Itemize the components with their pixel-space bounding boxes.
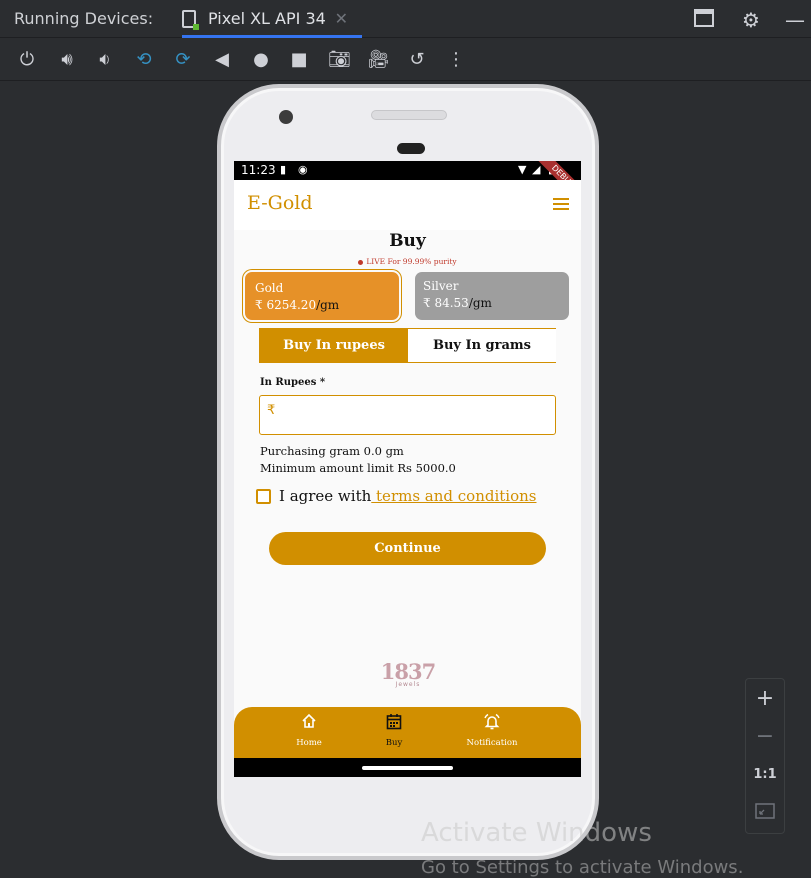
bell-icon	[452, 713, 532, 733]
status-bar: 11:23 ▮ ◉ ▼ ◢ ▮ DEBUG	[234, 161, 581, 210]
home-button-icon[interactable]: ●	[250, 49, 272, 71]
emulator-toolbar: ⏻ 🔊︎ 🔉︎ ⟲ ⟳ ◀ ● ■ 📷︎ 🎥︎ ↺ ⋮	[0, 39, 811, 81]
ide-titlebar: Running Devices: Pixel XL API 34 ✕ ⚙ —	[0, 0, 811, 38]
fit-screen-icon[interactable]	[746, 795, 784, 831]
gold-card-name: Gold	[255, 281, 284, 295]
zoom-out-button[interactable]: −	[746, 719, 784, 755]
buy-in-rupees-button[interactable]: Buy In rupees	[260, 329, 408, 362]
amount-input[interactable]	[282, 402, 547, 428]
live-text: LIVE For 99.99% purity	[366, 257, 457, 266]
device-tab[interactable]: Pixel XL API 34 ✕	[182, 0, 362, 38]
speaker-grille	[371, 110, 447, 120]
rupee-prefix: ₹	[267, 403, 276, 418]
app-bar: E-Gold	[234, 180, 581, 230]
gold-rate-card[interactable]: Gold ₹ 6254.20/gm	[245, 272, 399, 320]
gesture-pill[interactable]	[362, 766, 453, 770]
minimize-icon[interactable]: —	[785, 8, 805, 32]
back-icon[interactable]: ◀	[211, 49, 233, 71]
nav-home-label: Home	[296, 738, 322, 748]
windows-activation-hint: Go to Settings to activate Windows.	[421, 857, 744, 878]
device-tab-label: Pixel XL API 34	[208, 9, 326, 28]
front-camera	[279, 110, 293, 124]
silver-rate-card[interactable]: Silver ₹ 84.53/gm	[415, 272, 569, 320]
actual-size-button[interactable]: 1:1	[746, 757, 784, 793]
window-layout-icon[interactable]	[694, 8, 714, 32]
volume-down-icon[interactable]: 🔉︎	[94, 49, 116, 71]
app-title: E-Gold	[247, 192, 313, 214]
signal-icon: ◢	[532, 163, 541, 176]
nav-buy[interactable]: Buy	[354, 713, 434, 748]
hamburger-menu-icon[interactable]	[553, 198, 569, 210]
sd-card-icon: ▮	[280, 163, 287, 176]
rotate-left-icon[interactable]: ⟲	[133, 49, 155, 71]
rotate-right-icon[interactable]: ⟳	[172, 49, 194, 71]
live-purity-indicator: LIVE For 99.99% purity	[234, 257, 581, 266]
gesture-nav-area	[234, 758, 581, 777]
buy-mode-toggle: Buy In rupees Buy In grams	[259, 328, 556, 363]
volume-up-icon[interactable]: 🔊︎	[56, 49, 78, 71]
buy-in-grams-button[interactable]: Buy In grams	[408, 329, 556, 362]
calendar-icon	[354, 713, 434, 733]
nav-notification-label: Notification	[466, 738, 518, 748]
wifi-icon: ▼	[518, 163, 527, 176]
close-tab-icon[interactable]: ✕	[335, 0, 348, 38]
zoom-controls: + − 1:1	[745, 678, 785, 834]
agree-text: I agree with	[279, 487, 372, 505]
more-options-icon[interactable]: ⋮	[445, 49, 467, 71]
brand-logo: 1837 Jewels	[374, 659, 442, 699]
silver-card-name: Silver	[423, 279, 459, 293]
silver-card-price: ₹ 84.53	[423, 296, 469, 310]
terms-link[interactable]: terms and conditions	[371, 487, 536, 505]
status-time: 11:23	[241, 163, 276, 177]
silver-card-unit: /gm	[468, 296, 492, 310]
device-screen: 11:23 ▮ ◉ ▼ ◢ ▮ DEBUG E-Gold Buy LIVE Fo…	[234, 161, 581, 777]
home-icon	[269, 713, 349, 733]
zoom-in-button[interactable]: +	[746, 681, 784, 717]
continue-button[interactable]: Continue	[269, 532, 546, 565]
amount-field-label: In Rupees *	[260, 377, 326, 388]
earpiece	[397, 143, 425, 154]
live-dot-icon	[358, 259, 364, 265]
purchasing-gram-text: Purchasing gram 0.0 gm	[260, 444, 404, 458]
running-devices-title: Running Devices:	[14, 9, 154, 28]
agree-checkbox[interactable]	[256, 489, 271, 504]
settings-gear-icon[interactable]: ⚙	[742, 8, 760, 32]
bottom-navigation: Home Buy Notification	[234, 707, 581, 758]
nav-notification[interactable]: Notification	[452, 713, 532, 748]
nav-home[interactable]: Home	[269, 713, 349, 748]
amount-field[interactable]: ₹	[259, 395, 556, 435]
overview-icon[interactable]: ■	[288, 49, 310, 71]
gold-card-unit: /gm	[316, 298, 340, 312]
power-icon[interactable]: ⏻	[16, 49, 38, 71]
gold-card-price: ₹ 6254.20	[255, 298, 317, 312]
device-icon	[182, 10, 199, 30]
sync-icon: ◉	[298, 163, 308, 176]
windows-activation-watermark: Activate Windows	[421, 818, 652, 848]
page-title: Buy	[389, 231, 426, 251]
screen-record-icon[interactable]: 🎥︎	[367, 49, 390, 71]
screenshot-camera-icon[interactable]: 📷︎	[328, 49, 351, 71]
minimum-amount-text: Minimum amount limit Rs 5000.0	[260, 461, 456, 475]
snapshot-restore-icon[interactable]: ↺	[406, 49, 428, 71]
nav-buy-label: Buy	[385, 738, 403, 748]
